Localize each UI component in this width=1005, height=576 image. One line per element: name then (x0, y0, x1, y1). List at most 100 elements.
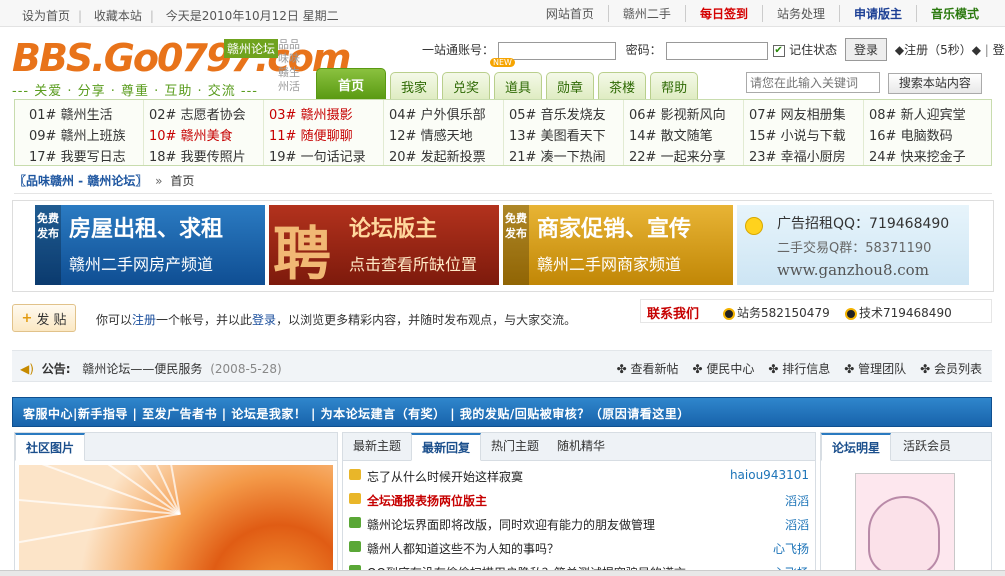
forum-link[interactable]: 06# 影视新风向 (629, 104, 726, 123)
top-link-5[interactable]: 音乐模式 (915, 5, 993, 22)
post-title[interactable]: 赣州论坛界面即将改版，同时欢迎有能力的朋友做管理 (367, 516, 655, 533)
forum-link[interactable]: 16# 电脑数码 (869, 125, 953, 144)
account-input[interactable] (497, 41, 616, 60)
post-author[interactable]: 滔滔 (785, 516, 809, 533)
plus-icon: + (21, 310, 33, 326)
breadcrumb-site[interactable]: 〖品味赣州 - 赣州论坛〗 (14, 174, 147, 188)
forum-link[interactable]: 13# 美图看天下 (509, 125, 606, 144)
nav-tab-0[interactable]: 首页 (316, 68, 386, 99)
search-button[interactable]: 搜索本站内容 (887, 72, 982, 94)
forum-link[interactable]: 20# 发起新投票 (389, 146, 486, 165)
nav-tab-3[interactable]: 道具 (494, 72, 543, 99)
help-links-bar[interactable]: 客服中心|新手指导 | 至发广告者书 | 论坛是我家！ | 为本论坛建言（有奖）… (12, 397, 992, 427)
top-link-2[interactable]: 每日签到 (684, 5, 762, 22)
set-homepage-link[interactable]: 设为首页 (22, 9, 70, 23)
login-link[interactable]: 登录 (993, 43, 1005, 57)
notice-link-1[interactable]: ✤ 便民中心 (693, 362, 755, 376)
notice-link-0[interactable]: ✤ 查看新帖 (617, 362, 679, 376)
post-author[interactable]: 心飞扬 (773, 540, 809, 557)
ad-moderator-recruit[interactable]: 聘 论坛版主 点击查看所缺位置 (269, 205, 499, 285)
forum-link[interactable]: 04# 户外俱乐部 (389, 104, 486, 123)
new-post-button[interactable]: + 发 贴 (12, 304, 76, 332)
ad-rent-space[interactable]: 广告招租QQ：719468490 二手交易Q群：58371190 www.gan… (737, 205, 969, 285)
contact-service[interactable]: 站务582150479 (723, 304, 830, 321)
forum-link[interactable]: 23# 幸福小厨房 (749, 146, 846, 165)
announcement-text[interactable]: 赣州论坛——便民服务 (82, 362, 202, 376)
prompt-login-link[interactable]: 登录 (252, 313, 276, 327)
ad4-url: www.ganzhou8.com (777, 261, 929, 279)
register-link[interactable]: ◆注册（5秒）◆ (895, 43, 981, 57)
post-author[interactable]: haiou943101 (730, 468, 809, 482)
posts-list: 忘了从什么时候开始这样寂寞 haiou943101 全坛通报表扬两位版主 滔滔 赣州论坛… (343, 463, 815, 575)
forum-link[interactable]: 10# 赣州美食 (149, 125, 233, 144)
horizontal-scrollbar[interactable] (0, 570, 1005, 576)
prompt-register-link[interactable]: 注册 (132, 313, 156, 327)
top-link-0[interactable]: 网站首页 (532, 5, 608, 22)
forum-star-avatar[interactable] (855, 473, 955, 575)
notice-link-4[interactable]: ✤ 会员列表 (920, 362, 982, 376)
post-row[interactable]: 赣州论坛界面即将改版，同时欢迎有能力的朋友做管理 滔滔 (343, 511, 815, 535)
forum-link[interactable]: 09# 赣州上班族 (29, 125, 126, 144)
photos-panel: 社区图片 (14, 432, 338, 576)
remember-checkbox[interactable]: ✔ (773, 44, 786, 57)
breadcrumb-arrow: » (155, 174, 163, 188)
nav-tab-6[interactable]: 帮助 (650, 72, 699, 99)
forum-link[interactable]: 18# 我要传照片 (149, 146, 246, 165)
main-nav-tabs: 首页 我家 兑奖 道具 勋章 茶楼 帮助 (316, 68, 702, 99)
top-bar-left: 设为首页 | 收藏本站 | 今天是2010年10月12日 星期二 (22, 9, 339, 23)
ad-merchant-promo[interactable]: 免费发布 商家促销、宣传 赣州二手网商家频道 (503, 205, 733, 285)
lightbulb-icon (745, 217, 763, 235)
password-input[interactable] (665, 41, 768, 60)
top-link-3[interactable]: 站务处理 (761, 5, 839, 22)
nav-tab-5[interactable]: 茶楼 (598, 72, 647, 99)
forum-link[interactable]: 12# 情感天地 (389, 125, 473, 144)
featured-photo[interactable] (19, 465, 333, 575)
post-author[interactable]: 滔滔 (785, 492, 809, 509)
forum-link[interactable]: 08# 新人迎宾堂 (869, 104, 966, 123)
nav-tab-4[interactable]: 勋章 (546, 72, 595, 99)
qq-icon (845, 307, 857, 320)
top-link-1[interactable]: 赣州二手 (607, 5, 685, 22)
tab-posts-3[interactable]: 随机精华 (547, 433, 615, 461)
site-logo[interactable]: BBS.Go0797.com 赣州论坛 品品味味赣生州活 --- 关爱 · 分享… (12, 36, 351, 99)
tab-posts-1[interactable]: 最新回复 (411, 433, 482, 461)
tab-stars-0[interactable]: 论坛明星 (821, 433, 892, 461)
contact-tech[interactable]: 技术719468490 (845, 304, 952, 321)
forum-link[interactable]: 07# 网友相册集 (749, 104, 846, 123)
forum-link[interactable]: 03# 赣州摄影 (269, 104, 353, 123)
contact-title: 联系我们 (647, 307, 700, 322)
post-row[interactable]: 忘了从什么时候开始这样寂寞 haiou943101 (343, 463, 815, 487)
forum-link[interactable]: 15# 小说与下载 (749, 125, 846, 144)
tab-community-photos[interactable]: 社区图片 (15, 433, 86, 461)
forum-link[interactable]: 22# 一起来分享 (629, 146, 726, 165)
login-button[interactable]: 登录 (845, 38, 888, 61)
bookmark-link[interactable]: 收藏本站 (94, 9, 142, 23)
forum-link[interactable]: 02# 志愿者协会 (149, 104, 246, 123)
ad-house-rental[interactable]: 免费发布 房屋出租、求租 赣州二手网房产频道 (35, 205, 265, 285)
forum-link[interactable]: 14# 散文随笔 (629, 125, 713, 144)
post-title[interactable]: 忘了从什么时候开始这样寂寞 (367, 468, 523, 485)
nav-tab-2[interactable]: 兑奖 (442, 72, 491, 99)
post-title[interactable]: 赣州人都知道这些不为人知的事吗？ (367, 540, 559, 557)
forum-link[interactable]: 17# 我要写日志 (29, 146, 126, 165)
top-link-4[interactable]: 申请版主 (838, 5, 916, 22)
notice-link-3[interactable]: ✤ 管理团队 (844, 362, 906, 376)
forum-link[interactable]: 11# 随便聊聊 (269, 125, 353, 144)
ad4-qqgroup: 二手交易Q群：58371190 (777, 241, 932, 256)
ad4-qq: 广告招租QQ：719468490 (777, 216, 950, 232)
notice-link-2[interactable]: ✤ 排行信息 (768, 362, 830, 376)
tab-posts-2[interactable]: 热门主题 (481, 433, 549, 461)
post-title[interactable]: 全坛通报表扬两位版主 (367, 492, 487, 509)
forum-link[interactable]: 05# 音乐发烧友 (509, 104, 606, 123)
post-row[interactable]: 全坛通报表扬两位版主 滔滔 (343, 487, 815, 511)
tab-posts-0[interactable]: 最新主题 (343, 433, 411, 461)
nav-tab-1[interactable]: 我家 (390, 72, 439, 99)
forum-link[interactable]: 01# 赣州生活 (29, 104, 113, 123)
forum-link[interactable]: 21# 凑一下热闹 (509, 146, 606, 165)
tab-stars-1[interactable]: 活跃会员 (893, 433, 961, 461)
search-input[interactable] (746, 72, 880, 93)
logo-tag: 赣州论坛 (224, 39, 279, 58)
forum-link[interactable]: 19# 一句话记录 (269, 146, 366, 165)
post-row[interactable]: 赣州人都知道这些不为人知的事吗？ 心飞扬 (343, 535, 815, 559)
forum-link[interactable]: 24# 快来挖金子 (869, 146, 966, 165)
